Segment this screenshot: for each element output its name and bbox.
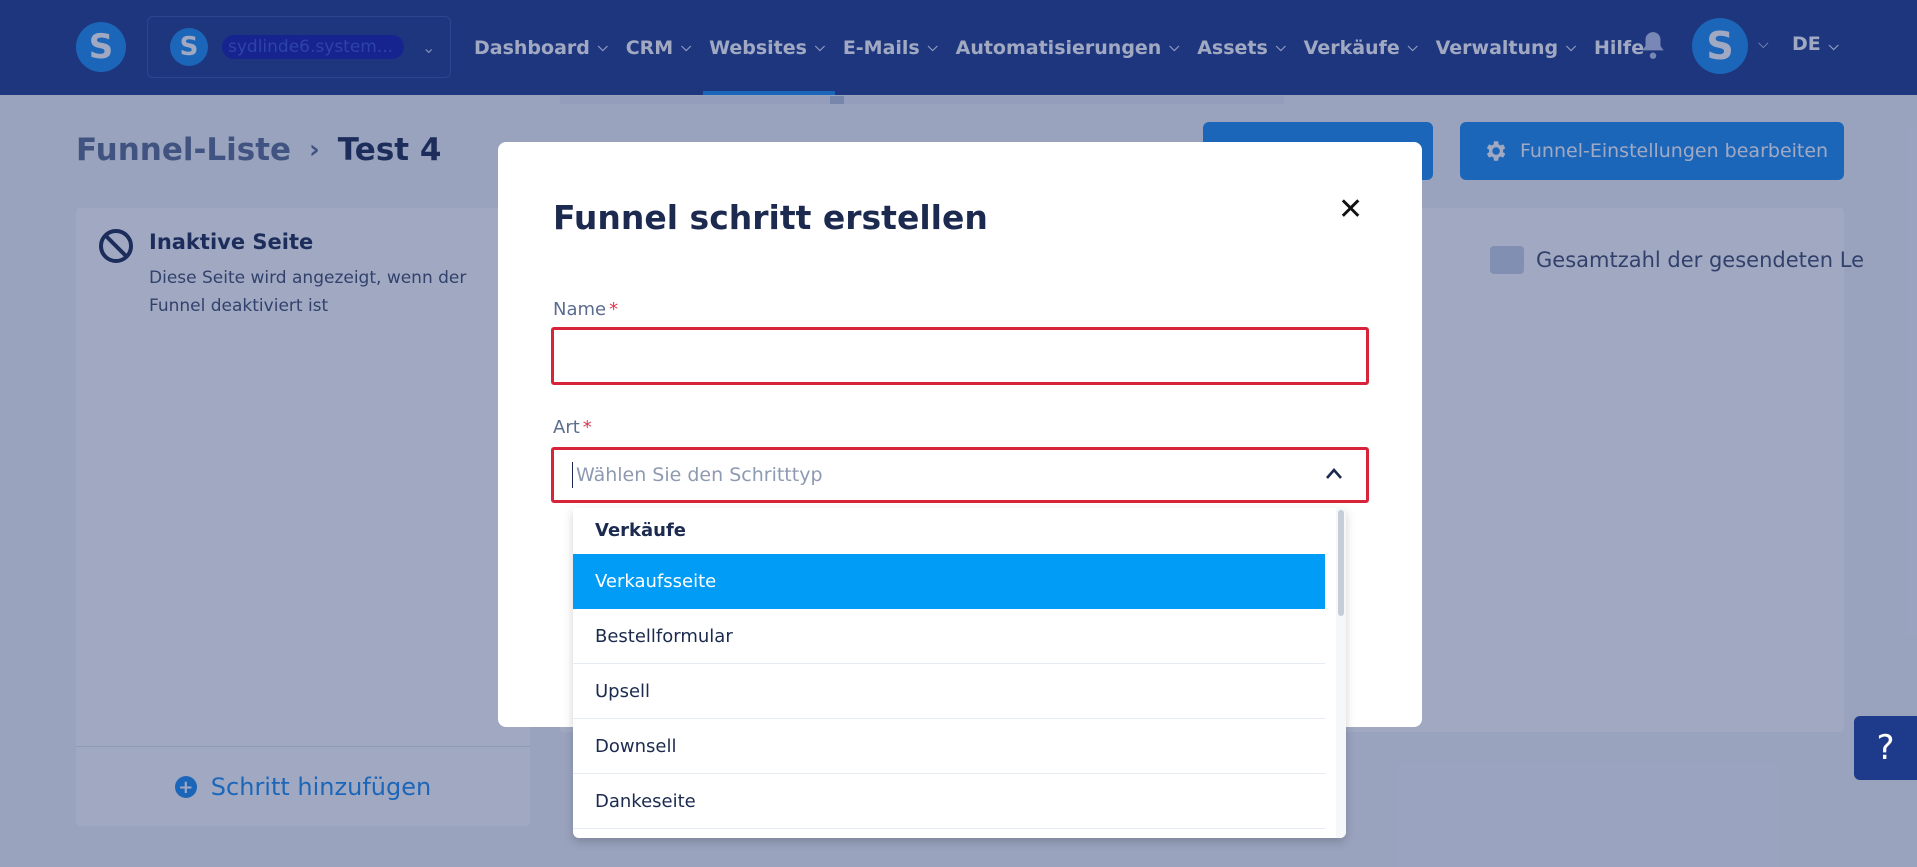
art-label: Art *: [553, 417, 592, 438]
close-icon[interactable]: ✕: [1338, 192, 1363, 227]
name-label: Name *: [553, 299, 618, 320]
text-cursor: [572, 462, 573, 488]
scrollbar-thumb[interactable]: [1338, 510, 1344, 616]
option-dankeseite[interactable]: Dankeseite: [573, 774, 1325, 829]
dropdown-group-header: Verkäufe: [595, 520, 687, 541]
step-type-dropdown: Verkäufe Verkaufsseite Bestellformular U…: [573, 508, 1346, 838]
help-button[interactable]: ?: [1854, 716, 1917, 780]
step-type-select[interactable]: Wählen Sie den Schritttyp: [551, 447, 1369, 503]
art-label-text: Art: [553, 417, 580, 438]
name-input[interactable]: [551, 327, 1369, 385]
required-marker: *: [582, 417, 592, 438]
option-bestellformular[interactable]: Bestellformular: [573, 609, 1325, 664]
option-verkaufsseite[interactable]: Verkaufsseite: [573, 554, 1325, 609]
dropdown-scrollbar[interactable]: [1336, 508, 1346, 838]
step-type-placeholder: Wählen Sie den Schritttyp: [576, 464, 823, 486]
required-marker: *: [609, 299, 619, 320]
option-upsell[interactable]: Upsell: [573, 664, 1325, 719]
modal-title: Funnel schritt erstellen: [553, 198, 988, 237]
option-downsell[interactable]: Downsell: [573, 719, 1325, 774]
name-label-text: Name: [553, 299, 607, 320]
chevron-up-icon[interactable]: [1324, 464, 1344, 484]
